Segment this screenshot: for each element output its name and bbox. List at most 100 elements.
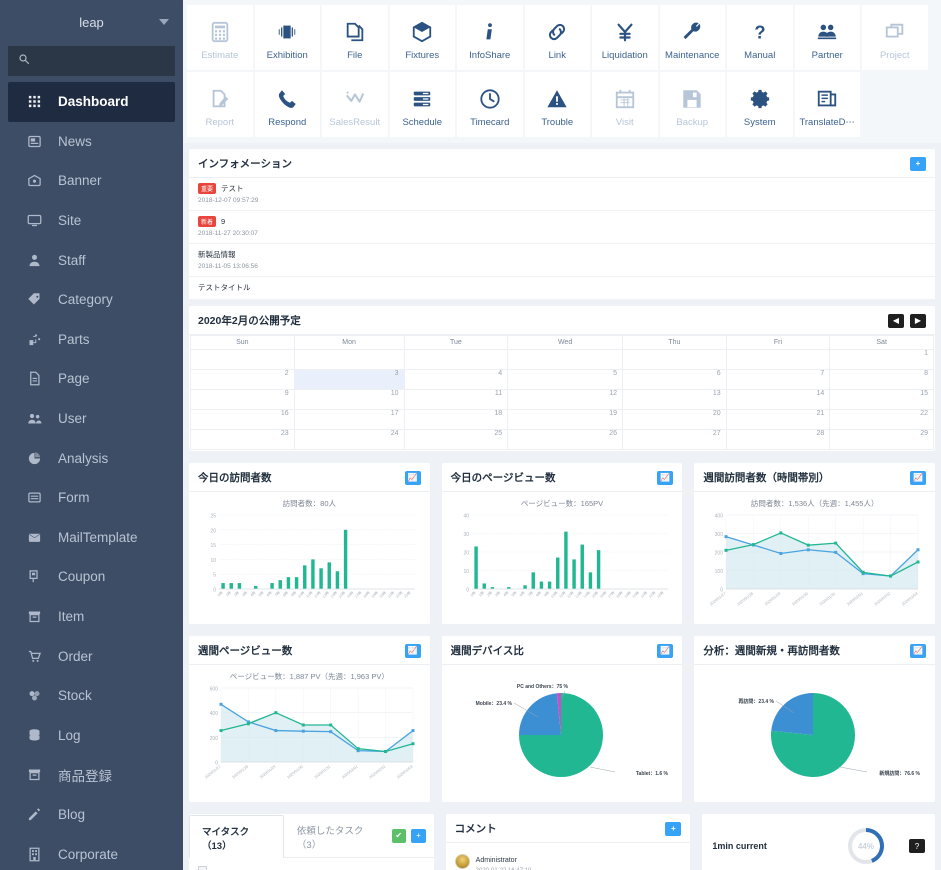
calendar-day-cell[interactable]: 15 <box>829 389 934 410</box>
svg-text:20: 20 <box>463 551 469 557</box>
comments-add-button[interactable]: + <box>665 821 682 836</box>
tab-my-tasks[interactable]: マイタスク（13） <box>189 814 284 858</box>
toolbar-button-partner[interactable]: Partner <box>794 5 860 70</box>
svg-text:0: 0 <box>213 588 216 594</box>
chart-expand-icon[interactable]: 📈 <box>910 470 927 485</box>
calendar-day-cell[interactable]: 14 <box>725 389 831 410</box>
sidebar-item-corporate[interactable]: Corporate <box>0 834 183 870</box>
calendar-day-cell[interactable]: 23 <box>190 429 295 450</box>
sidebar-item-dashboard[interactable]: Dashboard <box>8 82 175 122</box>
calendar-day-cell[interactable]: 3 <box>293 369 405 390</box>
tasks-add-button[interactable]: + <box>411 828 426 843</box>
tasks-complete-button[interactable]: ✔ <box>391 828 406 843</box>
toolbar-button-fixtures[interactable]: Fixtures <box>389 5 455 70</box>
toolbar-button-translated[interactable]: TranslateD⋯ <box>794 72 860 137</box>
sidebar-item-page[interactable]: Page <box>0 359 183 399</box>
toolbar-button-liquidation[interactable]: Liquidation <box>592 5 658 70</box>
calendar-day-cell[interactable] <box>622 349 727 370</box>
calendar-day-cell[interactable]: 5 <box>507 369 623 390</box>
calendar-day-cell[interactable]: 9 <box>190 389 295 410</box>
calendar-day-cell[interactable] <box>725 349 831 370</box>
calendar-day-cell[interactable]: 13 <box>622 389 727 410</box>
task-checkbox[interactable] <box>198 866 207 870</box>
calendar-day-cell[interactable]: 7 <box>725 369 831 390</box>
chart-expand-icon[interactable]: 📈 <box>657 643 674 658</box>
calculator-icon <box>209 15 231 49</box>
calendar-day-cell[interactable]: 11 <box>403 389 509 410</box>
toolbar-button-link[interactable]: Link <box>524 5 590 70</box>
toolbar-button-exhibition[interactable]: Exhibition <box>254 5 320 70</box>
sidebar-item-blog[interactable]: Blog <box>0 795 183 835</box>
chart-expand-icon[interactable]: 📈 <box>657 470 674 485</box>
sidebar-item-analysis[interactable]: Analysis <box>0 438 183 478</box>
sidebar-item-category[interactable]: Category <box>0 280 183 320</box>
calendar-day-cell[interactable]: 26 <box>507 429 623 450</box>
toolbar-button-schedule[interactable]: Schedule <box>389 72 455 137</box>
calendar-day-cell[interactable]: 27 <box>622 429 727 450</box>
sidebar-item-商品登録[interactable]: 商品登録 <box>0 755 183 795</box>
calendar-day-cell[interactable]: 29 <box>829 429 934 450</box>
tab-requested-tasks[interactable]: 依頼したタスク（3） <box>284 814 392 857</box>
information-item[interactable]: 新製品情報 2018-11-05 13:06:56 <box>189 244 935 277</box>
calendar-day-cell[interactable]: 2 <box>190 369 295 390</box>
sidebar-item-user[interactable]: User <box>0 399 183 439</box>
chart-expand-icon[interactable]: 📈 <box>910 643 927 658</box>
calendar-day-cell[interactable]: 1 <box>829 349 934 370</box>
sidebar-item-parts[interactable]: Parts <box>0 320 183 360</box>
toolbar-button-system[interactable]: System <box>727 72 793 137</box>
information-item[interactable]: 重要 テスト 2018-12-07 09:57:29 <box>189 178 935 211</box>
toolbar-button-infoshare[interactable]: InfoShare <box>457 5 523 70</box>
calendar-day-cell[interactable]: 25 <box>403 429 509 450</box>
sidebar-item-coupon[interactable]: Coupon <box>0 557 183 597</box>
calendar-day-cell[interactable]: 8 <box>829 369 934 390</box>
calendar-day-cell[interactable]: 24 <box>293 429 405 450</box>
sidebar-item-mailtemplate[interactable]: MailTemplate <box>0 518 183 558</box>
calendar-day-cell[interactable]: 10 <box>293 389 405 410</box>
sidebar-item-stock[interactable]: Stock <box>0 676 183 716</box>
sidebar-item-form[interactable]: Form <box>0 478 183 518</box>
sidebar-item-banner[interactable]: Banner <box>0 161 183 201</box>
calendar-day-cell[interactable]: 18 <box>403 409 509 430</box>
task-row[interactable]: 1；；12020-01-01 10:57:32まで33日遅れ <box>189 858 434 870</box>
calendar-next-button[interactable]: ▶ <box>910 313 926 328</box>
sidebar-item-item[interactable]: Item <box>0 597 183 637</box>
toolbar-button-trouble[interactable]: Trouble <box>524 72 590 137</box>
calendar-day-cell[interactable]: 16 <box>190 409 295 430</box>
sidebar-item-log[interactable]: Log <box>0 716 183 756</box>
calendar-day-cell[interactable]: 21 <box>725 409 831 430</box>
chart-svg: 0102030400時 1時 2時 3時 4時 5時 6時 7時 8時 9時 10時 11時 12時 13… <box>463 514 668 599</box>
calendar-day-cell[interactable] <box>507 349 623 370</box>
calendar-day-cell[interactable]: 28 <box>725 429 831 450</box>
sidebar-item-site[interactable]: Site <box>0 201 183 241</box>
chart-expand-icon[interactable]: 📈 <box>404 470 421 485</box>
toolbar-button-timecard[interactable]: Timecard <box>457 72 523 137</box>
toolbar-button-maintenance[interactable]: Maintenance <box>659 5 725 70</box>
information-item[interactable]: 新着 9 2018-11-27 20:30:07 <box>189 211 935 244</box>
sidebar-item-staff[interactable]: Staff <box>0 240 183 280</box>
calendar-day-cell[interactable] <box>403 349 509 370</box>
calendar-prev-button[interactable]: ◀ <box>888 313 904 328</box>
calendar-day-cell[interactable]: 6 <box>622 369 727 390</box>
toolbar-button-file[interactable]: File <box>322 5 388 70</box>
calendar-day-cell[interactable]: 20 <box>622 409 727 430</box>
calendar-day-cell[interactable]: 22 <box>829 409 934 430</box>
svg-text:22時: 22時 <box>647 590 656 599</box>
information-add-button[interactable]: + <box>910 156 926 171</box>
search-input[interactable] <box>38 54 165 68</box>
gauge-help-button[interactable]: ? <box>909 839 926 853</box>
calendar-day-cell[interactable] <box>293 349 405 370</box>
comment-row[interactable]: Administrator2020-01-22 16:47:10お試し投稿あいう… <box>446 843 691 870</box>
calendar-day-cell[interactable]: 12 <box>507 389 623 410</box>
toolbar-button-respond[interactable]: Respond <box>254 72 320 137</box>
calendar-day-cell[interactable] <box>190 349 295 370</box>
chart-expand-icon[interactable]: 📈 <box>404 643 421 658</box>
information-item[interactable]: テストタイトル <box>189 277 935 300</box>
brand-selector[interactable]: leap <box>0 0 183 44</box>
calendar-day-cell[interactable]: 19 <box>507 409 623 430</box>
search-box[interactable] <box>8 46 175 76</box>
calendar-day-cell[interactable]: 4 <box>403 369 509 390</box>
sidebar-item-news[interactable]: News <box>0 122 183 162</box>
toolbar-button-manual[interactable]: ? Manual <box>727 5 793 70</box>
calendar-day-cell[interactable]: 17 <box>293 409 405 430</box>
sidebar-item-order[interactable]: Order <box>0 636 183 676</box>
